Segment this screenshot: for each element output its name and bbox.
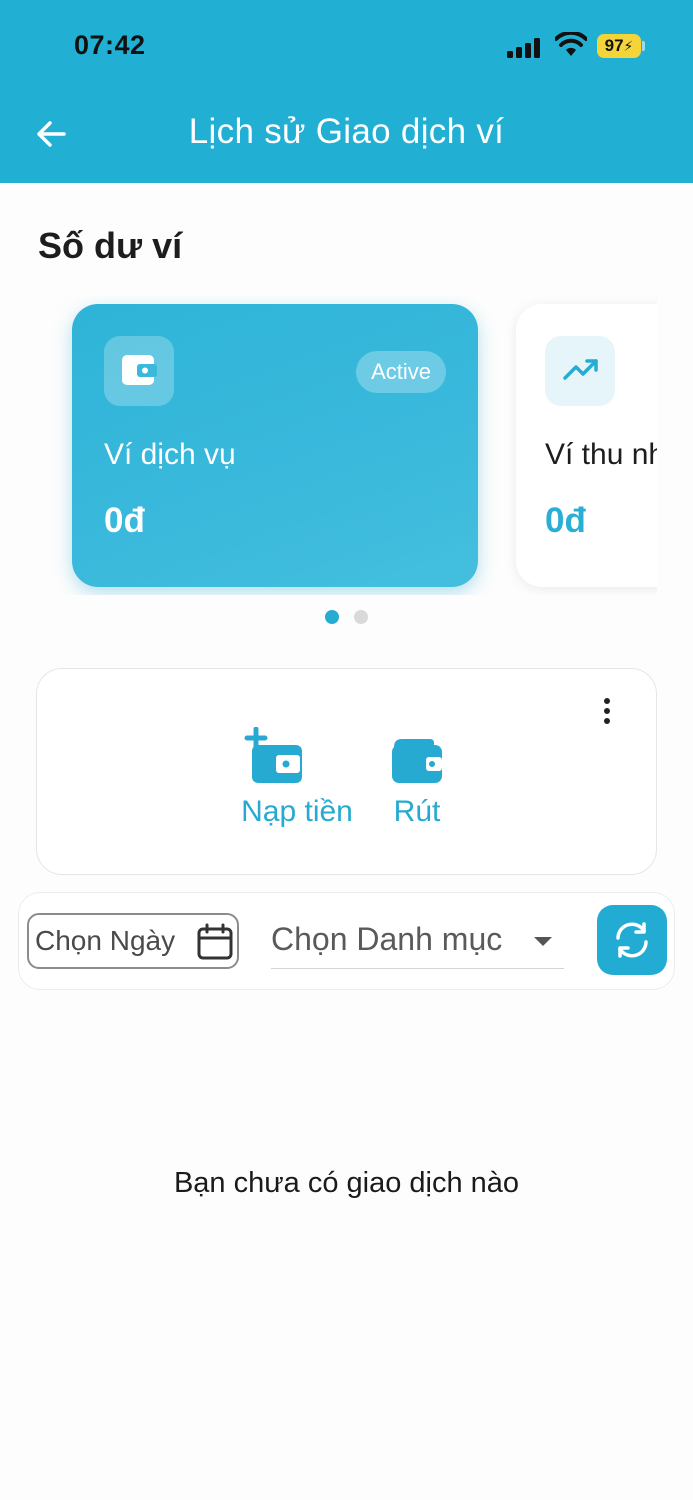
date-picker-label: Chọn Ngày	[35, 925, 176, 956]
page-title: Lịch sử Giao dịch ví	[188, 112, 505, 151]
active-badge: Active	[356, 351, 446, 393]
carousel-dot[interactable]	[354, 610, 368, 624]
wallet-amount: 0đ	[104, 501, 145, 540]
cellular-signal-icon	[507, 38, 540, 58]
wallet-name: Ví dịch vụ	[104, 438, 236, 471]
balance-section-title: Số dư ví	[38, 225, 183, 266]
filter-bar: Chọn Ngày Chọn Danh mục	[18, 892, 675, 990]
battery-tip	[642, 41, 645, 51]
wallet-card-income[interactable]: Ví thu nh 0đ	[516, 304, 657, 587]
wallet-icon	[392, 739, 442, 783]
refresh-button[interactable]	[597, 905, 667, 975]
status-time: 07:42	[74, 30, 146, 60]
deposit-button[interactable]: Nạp tiền	[217, 727, 377, 837]
trending-icon-box	[545, 336, 615, 406]
withdraw-label: Rút	[393, 795, 441, 828]
trending-up-icon	[563, 359, 598, 380]
add-wallet-icon	[244, 727, 302, 783]
chevron-down-icon	[534, 937, 552, 946]
refresh-icon	[616, 922, 648, 958]
carousel-dot-active[interactable]	[325, 610, 339, 624]
charging-bolt-icon: ⚡	[623, 38, 634, 54]
battery-level: 97	[604, 36, 624, 55]
calendar-icon	[197, 923, 233, 960]
wallet-carousel[interactable]: Active Ví dịch vụ 0đ Ví thu nh 0đ	[0, 295, 657, 595]
category-select-label: Chọn Danh mục	[271, 921, 503, 957]
app-header: 07:42 97⚡ Lịch sử Giao dịch ví	[0, 0, 693, 183]
wallet-actions-panel: Nạp tiền Rút	[36, 668, 657, 875]
wifi-icon	[555, 32, 587, 56]
battery-indicator: 97⚡	[597, 34, 641, 58]
withdraw-button[interactable]: Rút	[377, 727, 457, 837]
wallet-amount: 0đ	[545, 501, 586, 540]
wallet-icon	[122, 355, 157, 385]
deposit-label: Nạp tiền	[241, 795, 353, 828]
wallet-icon-box	[104, 336, 174, 406]
more-vertical-icon[interactable]	[600, 697, 614, 725]
wallet-card-service[interactable]: Active Ví dịch vụ 0đ	[72, 304, 478, 587]
date-picker-button[interactable]: Chọn Ngày	[27, 913, 239, 969]
category-select[interactable]: Chọn Danh mục	[271, 911, 564, 969]
wallet-name: Ví thu nh	[545, 438, 657, 471]
empty-state-message: Bạn chưa có giao dịch nào	[173, 1167, 520, 1199]
